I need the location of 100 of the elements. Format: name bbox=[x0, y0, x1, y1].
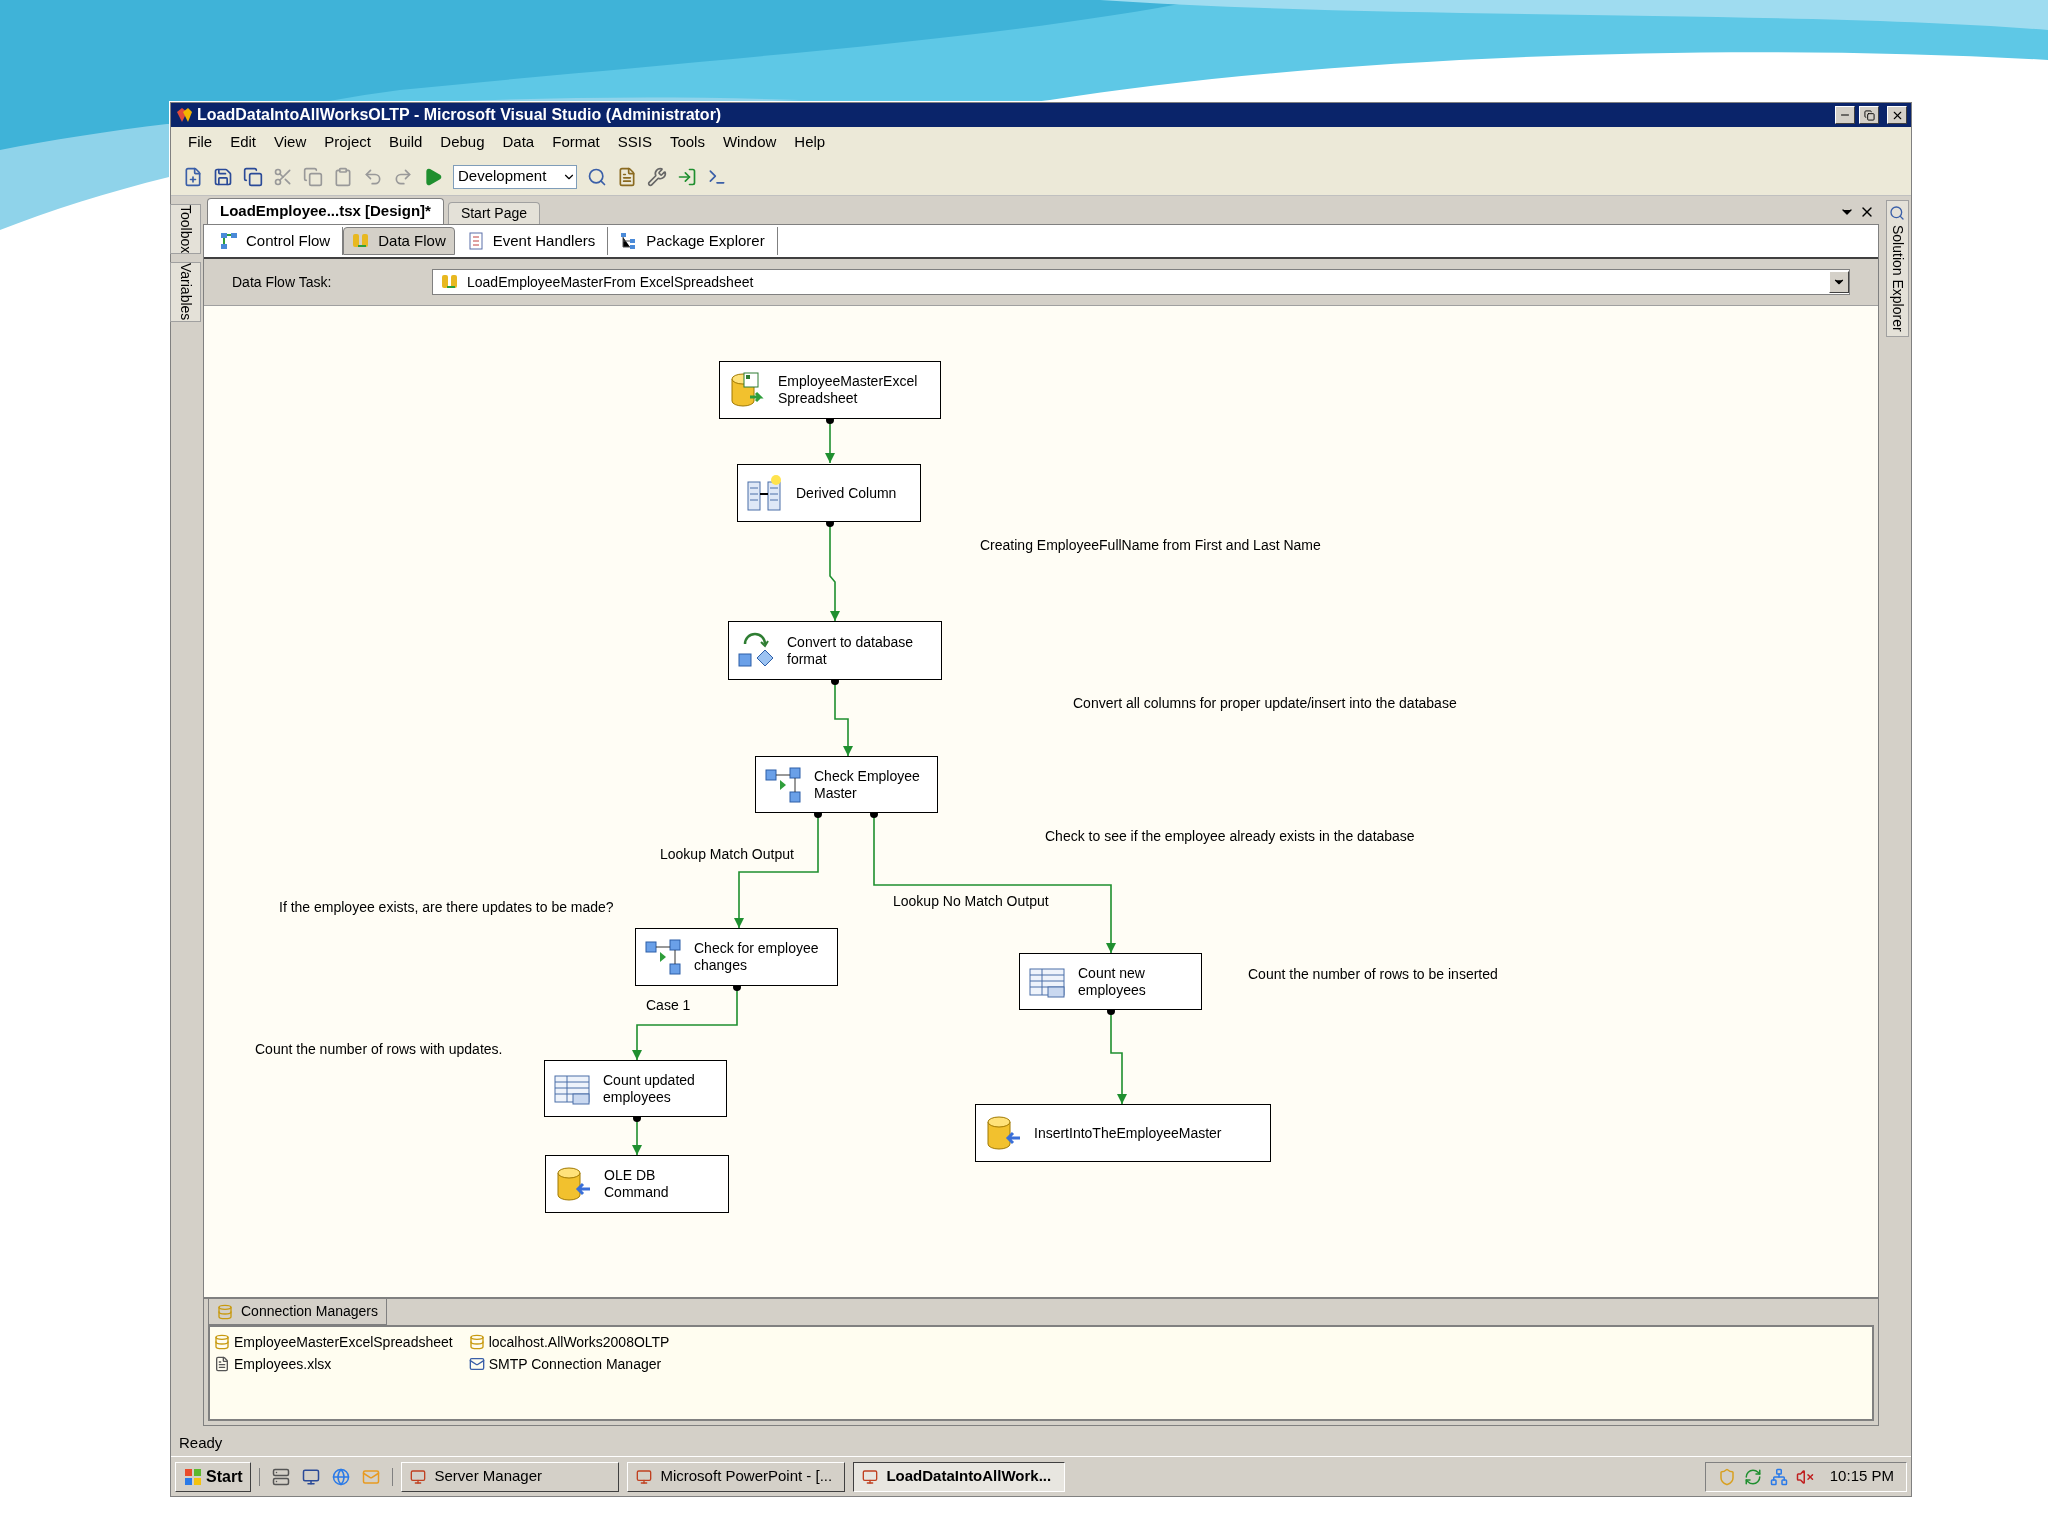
annotation: Count the number of rows with updates. bbox=[255, 1040, 503, 1059]
app-icon bbox=[636, 1468, 653, 1485]
monitor-icon[interactable] bbox=[302, 1467, 321, 1486]
save-all-icon[interactable] bbox=[243, 166, 263, 187]
windows-logo-icon bbox=[184, 1467, 202, 1486]
search-icon bbox=[1889, 205, 1905, 221]
path-label: Case 1 bbox=[646, 996, 691, 1015]
task-dropdown[interactable]: LoadEmployeeMasterFrom ExcelSpreadsheet bbox=[432, 269, 1850, 295]
connection-item[interactable]: SMTP Connection Manager bbox=[468, 1353, 670, 1375]
taskbar-button[interactable]: Server Manager bbox=[401, 1461, 620, 1492]
flow-diagram-icon bbox=[220, 232, 238, 250]
network-icon[interactable] bbox=[1769, 1467, 1788, 1486]
menu-item[interactable]: Help bbox=[785, 131, 835, 154]
browser-icon[interactable] bbox=[332, 1467, 351, 1486]
document-tab[interactable]: LoadEmployee...tsx [Design]* bbox=[207, 198, 444, 224]
side-panel-tab[interactable]: Solution Explorer bbox=[1885, 200, 1909, 337]
path-label: Lookup Match Output bbox=[660, 845, 794, 864]
taskbar-button[interactable]: Microsoft PowerPoint - [... bbox=[627, 1461, 846, 1492]
component-node[interactable]: OLE DB Command bbox=[545, 1155, 729, 1213]
taskbar-button[interactable]: LoadDataIntoAllWork... bbox=[853, 1461, 1066, 1492]
task-label: Data Flow Task: bbox=[232, 272, 333, 292]
save-icon[interactable] bbox=[213, 166, 233, 187]
annotation: If the employee exists, are there updates to be made? bbox=[279, 898, 614, 917]
component-node[interactable]: Check Employee Master bbox=[755, 756, 938, 813]
configuration-dropdown[interactable]: Development bbox=[453, 164, 577, 189]
menu-item[interactable]: Data bbox=[493, 131, 544, 154]
designer-tab[interactable]: Event Handlers bbox=[454, 227, 609, 255]
connection-managers-tab[interactable]: Connection Managers bbox=[208, 1299, 387, 1325]
side-panel-tab[interactable]: Variables bbox=[169, 262, 201, 322]
connection-item[interactable]: Employees.xlsx bbox=[214, 1353, 453, 1375]
squares-icon bbox=[764, 765, 802, 804]
restore-button[interactable] bbox=[1859, 106, 1879, 124]
start-button[interactable]: Start bbox=[175, 1461, 252, 1492]
app-icon bbox=[862, 1468, 879, 1485]
server-icon[interactable] bbox=[272, 1467, 291, 1486]
connection-item[interactable]: localhost.AllWorks2008OLTP bbox=[468, 1331, 670, 1353]
redo-icon[interactable] bbox=[393, 166, 413, 187]
component-node[interactable]: Convert to database format bbox=[728, 621, 942, 680]
cylinders-icon bbox=[352, 232, 371, 250]
component-node[interactable]: Count updated employees bbox=[544, 1060, 727, 1117]
connector-arrow bbox=[825, 416, 835, 464]
connection-item[interactable]: EmployeeMasterExcelSpreadsheet bbox=[214, 1331, 453, 1353]
tab-label: Connection Managers bbox=[241, 1302, 378, 1321]
minimize-button[interactable] bbox=[1835, 106, 1855, 124]
file-icon bbox=[214, 1356, 230, 1372]
status-text: Ready bbox=[179, 1432, 223, 1453]
annotation: Count the number of rows to be inserted bbox=[1248, 965, 1498, 984]
menu-item[interactable]: Build bbox=[379, 131, 432, 154]
database-icon bbox=[468, 1334, 485, 1350]
app-icon bbox=[410, 1468, 427, 1485]
clock: 10:15 PM bbox=[1828, 1466, 1894, 1487]
shapes-icon bbox=[737, 631, 775, 670]
designer-tab[interactable]: Package Explorer bbox=[608, 227, 778, 255]
window-title: LoadDataIntoAllWorksOLTP - Microsoft Visual Studio (Administrator) bbox=[197, 105, 723, 125]
refresh-icon[interactable] bbox=[1743, 1467, 1762, 1486]
new-project-icon[interactable] bbox=[183, 166, 203, 187]
restore-icon bbox=[1863, 109, 1875, 121]
menu-item[interactable]: Tools bbox=[660, 131, 714, 154]
cut-icon[interactable] bbox=[273, 166, 293, 187]
menu-item[interactable]: Format bbox=[543, 131, 609, 154]
database-icon bbox=[728, 371, 766, 409]
undo-icon[interactable] bbox=[363, 166, 383, 187]
designer-tab[interactable]: Data Flow bbox=[343, 227, 455, 255]
menu-item[interactable]: Project bbox=[315, 131, 380, 154]
component-node[interactable]: EmployeeMasterExcel Spreadsheet bbox=[719, 361, 941, 419]
columns-icon bbox=[746, 474, 784, 512]
app-icon bbox=[175, 106, 193, 124]
cylinders-icon bbox=[441, 273, 459, 291]
enter-icon[interactable] bbox=[677, 166, 697, 187]
annotation: Creating EmployeeFullName from First and Last Name bbox=[980, 536, 1321, 555]
paste-icon[interactable] bbox=[333, 166, 353, 187]
component-node[interactable]: InsertIntoTheEmployeeMaster bbox=[975, 1104, 1271, 1162]
database-icon bbox=[984, 1114, 1022, 1152]
copy-icon[interactable] bbox=[303, 166, 323, 187]
search-icon[interactable] bbox=[587, 166, 607, 187]
wrench-icon[interactable] bbox=[647, 166, 667, 187]
document-icon bbox=[466, 232, 485, 250]
close-button[interactable] bbox=[1887, 106, 1907, 124]
component-node[interactable]: Derived Column bbox=[737, 464, 921, 522]
document-tab[interactable]: Start Page bbox=[447, 202, 541, 224]
side-panel-tab[interactable]: Toolbox bbox=[169, 204, 201, 255]
annotation: Check to see if the employee already exists in the database bbox=[1045, 827, 1415, 846]
menu-item[interactable]: Edit bbox=[221, 131, 266, 154]
database-icon bbox=[554, 1165, 592, 1203]
annotation: Convert all columns for proper update/insert into the database bbox=[1073, 694, 1457, 713]
menu-item[interactable]: Window bbox=[713, 131, 786, 154]
database-icon bbox=[217, 1303, 233, 1320]
play-icon[interactable] bbox=[423, 166, 443, 187]
component-node[interactable]: Count new employees bbox=[1019, 953, 1202, 1010]
component-node[interactable]: Check for employee changes bbox=[635, 928, 838, 986]
mute-icon[interactable] bbox=[1795, 1467, 1814, 1486]
menu-item[interactable]: File bbox=[179, 131, 222, 154]
menu-item[interactable]: SSIS bbox=[608, 131, 661, 154]
path-label: Lookup No Match Output bbox=[893, 892, 1049, 911]
menu-item[interactable]: View bbox=[265, 131, 316, 154]
database-icon bbox=[214, 1334, 230, 1350]
properties-icon[interactable] bbox=[617, 166, 637, 187]
squares-icon bbox=[644, 938, 682, 976]
menu-item[interactable]: Debug bbox=[431, 131, 494, 154]
mail-icon bbox=[468, 1356, 485, 1372]
